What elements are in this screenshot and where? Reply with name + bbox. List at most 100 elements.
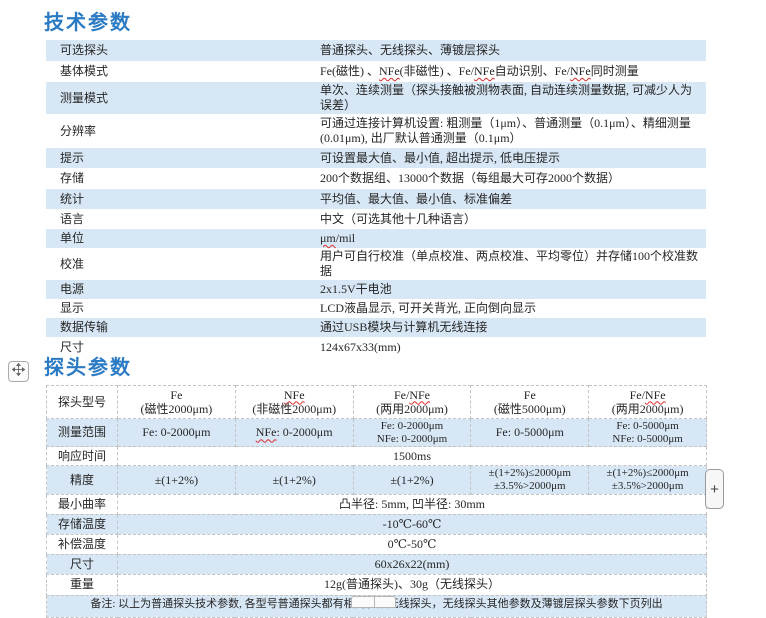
table-row: 统计 平均值、最大值、最小值、标准偏差 [46, 189, 706, 209]
probe-model-label[interactable]: 探头型号 [47, 386, 118, 419]
probe-col-range: (非磁性2000μm) [238, 402, 351, 416]
probe-col-type: NFe [238, 388, 351, 402]
table-row: 响应时间 1500ms [47, 447, 707, 466]
probe-col-header[interactable]: Fe/NFe (两用2000μm) [353, 386, 471, 419]
accuracy-cell[interactable]: ±(1+2%) [118, 466, 236, 494]
spec-value[interactable]: 单次、连续测量（探头接触被测物表面, 自动连续测量数据, 可减少人为误差） [317, 82, 706, 114]
table-move-handle[interactable] [8, 361, 29, 382]
misspelled-word: NFe [570, 64, 591, 78]
misspelled-word: μm [320, 231, 336, 245]
table-row: 测量范围 Fe: 0-2000μm NFe: 0-2000μm Fe: 0-20… [47, 419, 707, 447]
spec-label[interactable]: 提示 [46, 148, 317, 168]
probe-col-header[interactable]: Fe/NFe (两用2000μm) [589, 386, 707, 419]
table-row: 提示 可设置最大值、最小值, 超出提示, 低电压提示 [46, 148, 706, 168]
spec-label[interactable]: 分辨率 [46, 114, 317, 148]
table-row: 语言 中文（可选其他十几种语言） [46, 209, 706, 229]
spec-label[interactable]: 可选探头 [46, 40, 317, 61]
range-cell[interactable]: Fe: 0-5000μm [471, 419, 589, 447]
spec-value[interactable]: 2x1.5V干电池 [317, 280, 706, 299]
table-row: 校准 用户可自行校准（单点校准、两点校准、平均零位）并存储100个校准数据 [46, 248, 706, 280]
spec-label[interactable]: 语言 [46, 209, 317, 229]
spec-label[interactable]: 测量模式 [46, 82, 317, 114]
spec-label[interactable]: 显示 [46, 299, 317, 318]
table-row: 单位 μm/mil [46, 229, 706, 248]
spec-label[interactable]: 单位 [46, 229, 317, 248]
probe-header-row: 探头型号 Fe (磁性2000μm) NFe (非磁性2000μm) Fe/NF… [47, 386, 707, 419]
spec-value[interactable]: 200个数据组、13000个数据（每组最大可存2000个数据） [317, 168, 706, 189]
spec-value[interactable]: 60x26x22(mm) [118, 554, 707, 574]
spec-value[interactable]: 12g(普通探头)、30g（无线探头） [118, 574, 707, 595]
spec-label[interactable]: 尺寸 [47, 554, 118, 574]
spec-value[interactable]: 可设置最大值、最小值, 超出提示, 低电压提示 [317, 148, 706, 168]
move-icon [12, 363, 25, 381]
misspelled-word: NFe [379, 64, 400, 78]
spec-label[interactable]: 数据传输 [46, 318, 317, 337]
misspelled-word: NFe [474, 64, 495, 78]
spec-value[interactable]: 凸半径: 5mm, 凹半径: 30mm [118, 494, 707, 514]
spec-label[interactable]: 测量范围 [47, 419, 118, 447]
spec-label[interactable]: 存储 [46, 168, 317, 189]
table-row: 精度 ±(1+2%) ±(1+2%) ±(1+2%) ±(1+2%)≤2000μ… [47, 466, 707, 494]
spec-value[interactable]: -10℃-60℃ [118, 514, 707, 534]
spec-label[interactable]: 精度 [47, 466, 118, 494]
table-row: 数据传输 通过USB模块与计算机无线连接 [46, 318, 706, 337]
spec-label[interactable]: 统计 [46, 189, 317, 209]
table-row: 分辨率 可通过连接计算机设置: 粗测量（1μm）、普通测量（0.1μm）、精细测… [46, 114, 706, 148]
spec-label[interactable]: 存储温度 [47, 514, 118, 534]
probe-col-range: (磁性2000μm) [120, 402, 233, 416]
table-row: 存储 200个数据组、13000个数据（每组最大可存2000个数据） [46, 168, 706, 189]
probe-col-range: (两用2000μm) [591, 402, 704, 416]
probe-col-range: (磁性5000μm) [473, 402, 586, 416]
spec-label[interactable]: 校准 [46, 248, 317, 280]
range-cell[interactable]: Fe: 0-2000μm [118, 419, 236, 447]
spec-value[interactable]: 124x67x33(mm) [317, 337, 706, 358]
accuracy-cell[interactable]: ±(1+2%)≤2000μm ±3.5%>2000μm [471, 466, 589, 494]
spec-value[interactable]: 可通过连接计算机设置: 粗测量（1μm）、普通测量（0.1μm）、精细测量(0.… [317, 114, 706, 148]
section-title-tech[interactable]: 技术参数 [44, 6, 132, 35]
spec-value[interactable]: 平均值、最大值、最小值、标准偏差 [317, 189, 706, 209]
spec-label[interactable]: 基体模式 [46, 61, 317, 82]
spec-value[interactable]: LCD液晶显示, 可开关背光, 正向倒向显示 [317, 299, 706, 318]
probe-col-header[interactable]: Fe (磁性2000μm) [118, 386, 236, 419]
spec-value[interactable]: 0℃-50℃ [118, 534, 707, 554]
misspelled-word: NFe [256, 425, 277, 439]
accuracy-cell[interactable]: ±(1+2%) [353, 466, 471, 494]
add-column-button[interactable]: + [705, 469, 724, 509]
add-row-button-partial[interactable] [351, 596, 396, 608]
table-row: 可选探头 普通探头、无线探头、薄镀层探头 [46, 40, 706, 61]
table-row: 基体模式 Fe(磁性) 、NFe(非磁性) 、Fe/NFe自动识别、Fe/NFe… [46, 61, 706, 82]
table-row: 重量 12g(普通探头)、30g（无线探头） [47, 574, 707, 595]
spec-value[interactable]: μm/mil [317, 229, 706, 248]
section-title-probe[interactable]: 探头参数 [44, 351, 132, 380]
spec-label[interactable]: 重量 [47, 574, 118, 595]
accuracy-cell[interactable]: ±(1+2%) [235, 466, 353, 494]
spec-value[interactable]: Fe(磁性) 、NFe(非磁性) 、Fe/NFe自动识别、Fe/NFe同时测量 [317, 61, 706, 82]
misspelled-word: NFe [645, 388, 666, 402]
tech-specs-table: 可选探头 普通探头、无线探头、薄镀层探头 基体模式 Fe(磁性) 、NFe(非磁… [46, 40, 706, 358]
spec-value[interactable]: 用户可自行校准（单点校准、两点校准、平均零位）并存储100个校准数据 [317, 248, 706, 280]
table-row: 测量模式 单次、连续测量（探头接触被测物表面, 自动连续测量数据, 可减少人为误… [46, 82, 706, 114]
table-row: 尺寸 60x26x22(mm) [47, 554, 707, 574]
probe-col-type: Fe/NFe [356, 388, 469, 402]
spec-value[interactable]: 普通探头、无线探头、薄镀层探头 [317, 40, 706, 61]
table-row: 最小曲率 凸半径: 5mm, 凹半径: 30mm [47, 494, 707, 514]
spec-label[interactable]: 补偿温度 [47, 534, 118, 554]
probe-col-header[interactable]: Fe (磁性5000μm) [471, 386, 589, 419]
probe-col-type: Fe [473, 388, 586, 402]
accuracy-cell[interactable]: ±(1+2%)≤2000μm ±3.5%>2000μm [589, 466, 707, 494]
spec-label[interactable]: 响应时间 [47, 447, 118, 466]
table-row: 补偿温度 0℃-50℃ [47, 534, 707, 554]
spec-label[interactable]: 电源 [46, 280, 317, 299]
spec-value[interactable]: 中文（可选其他十几种语言） [317, 209, 706, 229]
misspelled-word: NFe [284, 388, 305, 402]
probe-col-range: (两用2000μm) [356, 402, 469, 416]
spec-value[interactable]: 通过USB模块与计算机无线连接 [317, 318, 706, 337]
range-cell[interactable]: NFe: 0-2000μm [235, 419, 353, 447]
probe-col-type: Fe [120, 388, 233, 402]
misspelled-word: NFe [409, 388, 430, 402]
range-cell[interactable]: Fe: 0-5000μm NFe: 0-5000μm [589, 419, 707, 447]
spec-label[interactable]: 最小曲率 [47, 494, 118, 514]
range-cell[interactable]: Fe: 0-2000μm NFe: 0-2000μm [353, 419, 471, 447]
probe-col-header[interactable]: NFe (非磁性2000μm) [235, 386, 353, 419]
spec-value[interactable]: 1500ms [118, 447, 707, 466]
